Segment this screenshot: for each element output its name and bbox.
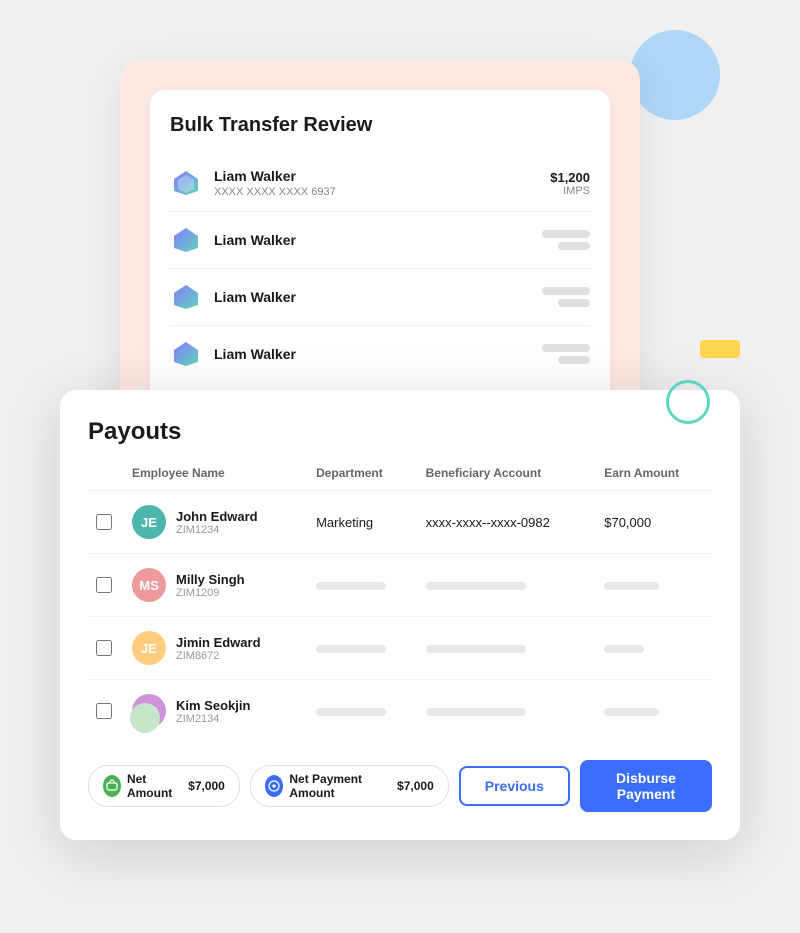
bulk-transfer-row: Liam Walker: [170, 269, 590, 326]
row-checkbox[interactable]: [96, 703, 112, 719]
scene: Bulk Transfer Review Liam Walker XXXX: [0, 0, 800, 933]
col-department: Department: [308, 466, 418, 491]
previous-button[interactable]: Previous: [459, 766, 570, 806]
payment-icon: [170, 224, 202, 256]
bulk-transfer-row: Liam Walker: [170, 212, 590, 269]
employee-info: Kim Seokjin ZIM2134: [176, 698, 250, 725]
payouts-footer: Net Amount $7,000 Net Payment Amount $7,…: [88, 760, 712, 812]
payment-icon: [170, 167, 202, 199]
table-header-row: Employee Name Department Beneficiary Acc…: [88, 466, 712, 491]
employee-name: John Edward: [176, 509, 258, 524]
row-checkbox[interactable]: [96, 640, 112, 656]
beneficiary-cell: xxxx-xxxx--xxxx-0982: [418, 491, 597, 554]
payouts-table: Employee Name Department Beneficiary Acc…: [88, 466, 712, 742]
row-checkbox-cell: [88, 491, 124, 554]
employee-cell: JE Jimin Edward ZIM8672: [124, 617, 308, 680]
bulk-row-info: Liam Walker XXXX XXXX XXXX 6937: [214, 168, 538, 198]
employee-id: ZIM1209: [176, 587, 245, 599]
beneficiary-cell: [418, 680, 597, 743]
bulk-transfer-row: Liam Walker XXXX XXXX XXXX 6937 $1,200 I…: [170, 155, 590, 212]
net-amount-label: Net Amount: [127, 772, 182, 800]
department-cell: [308, 680, 418, 743]
yellow-bar-decoration: [700, 340, 740, 358]
employee-info: Milly Singh ZIM1209: [176, 572, 245, 599]
employee-name: Milly Singh: [176, 572, 245, 587]
net-amount-icon: [103, 775, 121, 797]
net-payment-icon: [265, 775, 284, 797]
blob-decoration: [630, 30, 720, 120]
row-checkbox-cell: [88, 554, 124, 617]
footer-buttons: Previous Disburse Payment: [459, 760, 712, 812]
department-cell: Marketing: [308, 491, 418, 554]
green-dot-decoration: [130, 703, 160, 733]
table-row: KS Kim Seokjin ZIM2134: [88, 680, 712, 743]
net-payment-label: Net Payment Amount: [289, 772, 391, 800]
net-payment-badge: Net Payment Amount $7,000: [250, 765, 449, 807]
bulk-row-amount: $1,200 IMPS: [550, 170, 590, 197]
payouts-title: Payouts: [88, 418, 712, 446]
employee-id: ZIM8672: [176, 650, 261, 662]
department-cell: [308, 554, 418, 617]
employee-info: Jimin Edward ZIM8672: [176, 635, 261, 662]
row-checkbox-cell: [88, 680, 124, 743]
beneficiary-cell: [418, 617, 597, 680]
net-amount-badge: Net Amount $7,000: [88, 765, 240, 807]
employee-name: Jimin Edward: [176, 635, 261, 650]
avatar: JE: [132, 631, 166, 665]
disburse-payment-button[interactable]: Disburse Payment: [580, 760, 712, 812]
col-earn-amount: Earn Amount: [596, 466, 712, 491]
net-amount-value: $7,000: [188, 779, 225, 793]
amount-cell: [596, 617, 712, 680]
teal-ring-decoration: [666, 380, 710, 424]
payouts-card: Payouts Employee Name Department Benefic…: [60, 390, 740, 840]
employee-info: John Edward ZIM1234: [176, 509, 258, 536]
employee-cell: JE John Edward ZIM1234: [124, 491, 308, 554]
avatar: MS: [132, 568, 166, 602]
avatar: JE: [132, 505, 166, 539]
table-row: JE John Edward ZIM1234 Marketing xxxx-xx…: [88, 491, 712, 554]
amount-cell: [596, 554, 712, 617]
employee-id: ZIM2134: [176, 713, 250, 725]
department-cell: [308, 617, 418, 680]
payment-icon: [170, 281, 202, 313]
col-employee-name: Employee Name: [124, 466, 308, 491]
col-beneficiary: Beneficiary Account: [418, 466, 597, 491]
net-payment-value: $7,000: [397, 779, 434, 793]
payment-icon: [170, 338, 202, 370]
bulk-transfer-row: Liam Walker: [170, 326, 590, 382]
employee-cell: MS Milly Singh ZIM1209: [124, 554, 308, 617]
bulk-row-name: Liam Walker: [214, 168, 538, 184]
beneficiary-cell: [418, 554, 597, 617]
amount-cell: [596, 680, 712, 743]
row-checkbox-cell: [88, 617, 124, 680]
table-row: MS Milly Singh ZIM1209: [88, 554, 712, 617]
bulk-row-acct: XXXX XXXX XXXX 6937: [214, 186, 538, 198]
bulk-transfer-title: Bulk Transfer Review: [170, 114, 590, 137]
employee-id: ZIM1234: [176, 524, 258, 536]
employee-name: Kim Seokjin: [176, 698, 250, 713]
col-checkbox: [88, 466, 124, 491]
row-checkbox[interactable]: [96, 514, 112, 530]
table-row: JE Jimin Edward ZIM8672: [88, 617, 712, 680]
amount-cell: $70,000: [596, 491, 712, 554]
row-checkbox[interactable]: [96, 577, 112, 593]
